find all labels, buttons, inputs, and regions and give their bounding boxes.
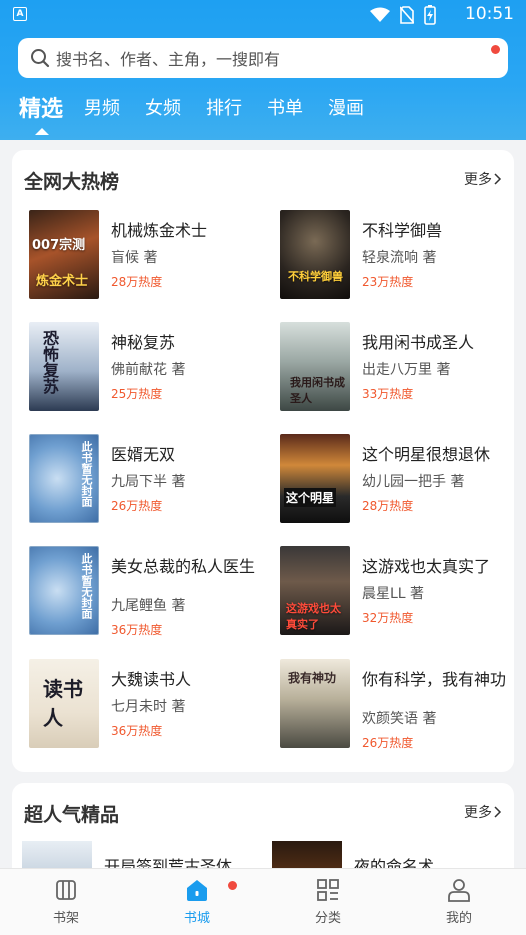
book-heat: 36万热度 xyxy=(111,623,163,637)
book-heat: 28万热度 xyxy=(362,499,414,513)
book-author: 佛前献花 著 xyxy=(111,362,186,378)
book-author: 盲候 著 xyxy=(111,250,158,266)
book-title: 这个明星很想退休 xyxy=(362,445,491,464)
book-author: 欢颜笑语 著 xyxy=(362,711,437,727)
section-title: 超人气精品 xyxy=(24,804,120,826)
tab-indicator xyxy=(35,128,49,135)
profile-icon xyxy=(448,879,470,902)
chevron-right-icon xyxy=(494,806,502,818)
book-title: 机械炼金术士 xyxy=(111,221,208,240)
book-author: 幼儿园一把手 著 xyxy=(362,474,465,490)
hot-list-card: 全网大热榜 更多 007宗测 炼金术士 机械炼金术士 盲候 著 28万热度 不科… xyxy=(12,150,514,772)
battery-charging-icon xyxy=(424,5,436,25)
bottom-navigation: 书架 书城 分类 我的 xyxy=(0,868,526,935)
search-icon xyxy=(31,49,50,68)
book-title: 这游戏也太真实了 xyxy=(362,557,491,576)
tab-comics[interactable]: 漫画 xyxy=(328,94,364,120)
book-item[interactable]: 007宗测 炼金术士 机械炼金术士 盲候 著 28万热度 xyxy=(29,210,269,302)
clock: 10:51 xyxy=(465,4,514,24)
more-link[interactable]: 更多 xyxy=(464,802,502,822)
top-header: A 10:51 搜书名、作者、主角，一搜即有 精选 男频 女频 排行 书单 漫画 xyxy=(0,0,526,140)
nav-label: 我的 xyxy=(445,911,472,926)
book-item[interactable]: 这个明星 这个明星很想退休 幼儿园一把手 著 28万热度 xyxy=(280,434,520,526)
book-title: 不科学御兽 xyxy=(362,221,443,240)
tab-ranking[interactable]: 排行 xyxy=(206,94,242,120)
book-item[interactable]: 此书暂无封面 医婿无双 九局下半 著 26万热度 xyxy=(29,434,269,526)
book-cover: 不科学御兽 xyxy=(280,210,350,299)
nav-label: 分类 xyxy=(314,911,341,926)
tab-booklist[interactable]: 书单 xyxy=(267,94,303,120)
channel-tabs: 精选 男频 女频 排行 书单 漫画 xyxy=(0,94,526,134)
book-cover: 恐怖复苏 xyxy=(29,322,99,411)
book-title: 神秘复苏 xyxy=(111,333,176,352)
more-link[interactable]: 更多 xyxy=(464,169,502,189)
app-notification-icon: A xyxy=(13,7,27,21)
category-icon xyxy=(317,879,339,901)
status-bar: A 10:51 xyxy=(0,0,526,30)
book-author: 轻泉流响 著 xyxy=(362,250,437,266)
book-cover: 此书暂无封面 xyxy=(29,434,99,523)
book-title: 医婿无双 xyxy=(111,445,176,464)
no-sim-icon xyxy=(400,6,414,24)
book-cover: 读书人 xyxy=(29,659,99,748)
book-cover: 这游戏也太真实了 xyxy=(280,546,350,635)
book-heat: 25万热度 xyxy=(111,387,163,401)
book-author: 七月未时 著 xyxy=(111,699,186,715)
section-title: 全网大热榜 xyxy=(24,171,120,193)
search-bar[interactable]: 搜书名、作者、主角，一搜即有 xyxy=(18,38,508,78)
notification-dot xyxy=(228,881,237,890)
book-item[interactable]: 我有神功 你有科学，我有神功 欢颜笑语 著 26万热度 xyxy=(280,659,520,759)
book-title: 你有科学，我有神功 xyxy=(362,670,507,689)
store-icon xyxy=(187,880,207,901)
book-title: 我用闲书成圣人 xyxy=(362,333,475,352)
status-icons xyxy=(370,5,436,25)
book-item[interactable]: 这游戏也太真实了 这游戏也太真实了 晨星LL 著 32万热度 xyxy=(280,546,520,638)
book-title: 美女总裁的私人医生 xyxy=(111,557,256,576)
notification-dot xyxy=(491,45,500,54)
book-heat: 26万热度 xyxy=(111,499,163,513)
book-cover: 这个明星 xyxy=(280,434,350,523)
book-author: 晨星LL 著 xyxy=(362,586,425,602)
nav-bookshelf[interactable]: 书架 xyxy=(26,877,106,926)
book-heat: 28万热度 xyxy=(111,275,163,289)
nav-label: 书城 xyxy=(183,911,210,926)
tab-featured[interactable]: 精选 xyxy=(19,91,63,123)
book-item[interactable]: 恐怖复苏 神秘复苏 佛前献花 著 25万热度 xyxy=(29,322,269,414)
more-label: 更多 xyxy=(464,805,492,821)
bookshelf-icon xyxy=(56,880,76,900)
nav-profile[interactable]: 我的 xyxy=(419,877,499,926)
nav-store[interactable]: 书城 xyxy=(157,877,237,926)
book-item[interactable]: 读书人 大魏读书人 七月未时 著 36万热度 xyxy=(29,659,269,751)
book-heat: 33万热度 xyxy=(362,387,414,401)
book-cover: 007宗测 炼金术士 xyxy=(29,210,99,299)
book-author: 九局下半 著 xyxy=(111,474,186,490)
tab-male[interactable]: 男频 xyxy=(84,94,120,120)
book-author: 九尾鲤鱼 著 xyxy=(111,598,186,614)
book-heat: 23万热度 xyxy=(362,275,414,289)
book-heat: 32万热度 xyxy=(362,611,414,625)
book-item[interactable]: 我用闲书成圣人 我用闲书成圣人 出走八万里 著 33万热度 xyxy=(280,322,520,414)
book-cover: 我有神功 xyxy=(280,659,350,748)
chevron-right-icon xyxy=(494,173,502,185)
nav-label: 书架 xyxy=(52,911,79,926)
book-cover: 我用闲书成圣人 xyxy=(280,322,350,411)
book-heat: 26万热度 xyxy=(362,736,414,750)
book-author: 出走八万里 著 xyxy=(362,362,451,378)
more-label: 更多 xyxy=(464,172,492,188)
wifi-icon xyxy=(370,7,390,22)
tab-female[interactable]: 女频 xyxy=(145,94,181,120)
search-placeholder: 搜书名、作者、主角，一搜即有 xyxy=(56,50,281,69)
nav-category[interactable]: 分类 xyxy=(288,877,368,926)
book-item[interactable]: 此书暂无封面 美女总裁的私人医生 九尾鲤鱼 著 36万热度 xyxy=(29,546,269,646)
book-item[interactable]: 不科学御兽 不科学御兽 轻泉流响 著 23万热度 xyxy=(280,210,520,302)
book-title: 大魏读书人 xyxy=(111,670,192,689)
book-heat: 36万热度 xyxy=(111,724,163,738)
book-cover: 此书暂无封面 xyxy=(29,546,99,635)
